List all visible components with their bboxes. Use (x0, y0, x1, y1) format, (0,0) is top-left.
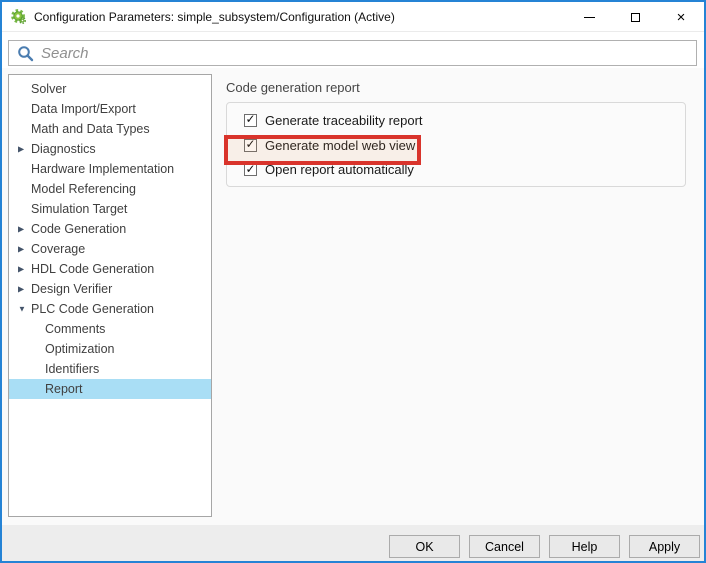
search-icon (17, 45, 34, 62)
window-controls: × (566, 2, 704, 32)
sidebar-item-identifiers[interactable]: Identifiers (9, 359, 211, 379)
sidebar-item-hardware-implementation[interactable]: Hardware Implementation (9, 159, 211, 179)
sidebar-item-plc-code-generation[interactable]: ▼ PLC Code Generation (9, 299, 211, 319)
help-button[interactable]: Help (549, 535, 620, 558)
checkbox-row-open-report-automatically[interactable]: ✓ Open report automatically (244, 161, 685, 178)
cancel-button[interactable]: Cancel (469, 535, 540, 558)
sidebar-item-label: Comments (45, 322, 105, 336)
sidebar-item-coverage[interactable]: ▶ Coverage (9, 239, 211, 259)
sidebar-item-solver[interactable]: Solver (9, 79, 211, 99)
sidebar-item-optimization[interactable]: Optimization (9, 339, 211, 359)
sidebar-item-model-referencing[interactable]: Model Referencing (9, 179, 211, 199)
footer-bar: OK Cancel Help Apply (2, 525, 704, 561)
close-icon: × (677, 10, 686, 25)
checkbox-label: Generate model web view (265, 138, 415, 153)
search-input[interactable] (41, 42, 696, 64)
search-row (2, 32, 704, 68)
sidebar-item-design-verifier[interactable]: ▶ Design Verifier (9, 279, 211, 299)
collapsed-arrow-icon[interactable]: ▶ (18, 225, 24, 234)
dialog-buttons: OK Cancel Help Apply (389, 535, 700, 558)
section-title: Code generation report (226, 80, 360, 95)
sidebar-item-data-import-export[interactable]: Data Import/Export (9, 99, 211, 119)
configuration-parameters-dialog: Configuration Parameters: simple_subsyst… (0, 0, 706, 563)
sidebar-item-label: Optimization (45, 342, 114, 356)
checkbox-label: Open report automatically (265, 162, 414, 177)
sidebar-item-diagnostics[interactable]: ▶ Diagnostics (9, 139, 211, 159)
checkbox-checked-icon[interactable]: ✓ (244, 163, 257, 176)
maximize-button[interactable] (612, 2, 658, 32)
collapsed-arrow-icon[interactable]: ▶ (18, 145, 24, 154)
sidebar-item-math-and-data-types[interactable]: Math and Data Types (9, 119, 211, 139)
sidebar-item-report[interactable]: Report (9, 379, 211, 399)
checkbox-label: Generate traceability report (265, 113, 423, 128)
collapsed-arrow-icon[interactable]: ▶ (18, 245, 24, 254)
close-button[interactable]: × (658, 2, 704, 32)
title-bar: Configuration Parameters: simple_subsyst… (2, 2, 704, 32)
sidebar-item-label: Simulation Target (31, 202, 127, 216)
sidebar-item-label: Diagnostics (31, 142, 96, 156)
sidebar-item-label: Code Generation (31, 222, 126, 236)
code-generation-report-group: ✓ Generate traceability report ✓ Generat… (226, 102, 686, 187)
maximize-icon (631, 13, 640, 22)
apply-button[interactable]: Apply (629, 535, 700, 558)
category-tree: Solver Data Import/Export Math and Data … (8, 74, 212, 517)
sidebar-item-label: Report (45, 382, 83, 396)
sidebar-item-code-generation[interactable]: ▶ Code Generation (9, 219, 211, 239)
sidebar-item-label: PLC Code Generation (31, 302, 154, 316)
simulink-gear-icon (10, 8, 27, 25)
window-title: Configuration Parameters: simple_subsyst… (34, 10, 395, 24)
sidebar-item-label: Math and Data Types (31, 122, 150, 136)
sidebar-item-hdl-code-generation[interactable]: ▶ HDL Code Generation (9, 259, 211, 279)
sidebar-item-label: Coverage (31, 242, 85, 256)
minimize-button[interactable] (566, 2, 612, 32)
sidebar-item-label: Data Import/Export (31, 102, 136, 116)
checkbox-row-generate-traceability-report[interactable]: ✓ Generate traceability report (244, 112, 685, 129)
checkmark-icon: ✓ (245, 163, 255, 175)
checkbox-checked-icon[interactable]: ✓ (244, 139, 257, 152)
sidebar-item-label: Design Verifier (31, 282, 112, 296)
sidebar-item-simulation-target[interactable]: Simulation Target (9, 199, 211, 219)
ok-button[interactable]: OK (389, 535, 460, 558)
checkmark-icon: ✓ (245, 138, 255, 150)
checkbox-checked-icon[interactable]: ✓ (244, 114, 257, 127)
checkmark-icon: ✓ (245, 113, 255, 125)
main-area: Solver Data Import/Export Math and Data … (2, 68, 704, 525)
sidebar-item-label: Solver (31, 82, 66, 96)
sidebar-item-comments[interactable]: Comments (9, 319, 211, 339)
search-box[interactable] (8, 40, 697, 66)
collapsed-arrow-icon[interactable]: ▶ (18, 265, 24, 274)
minimize-icon (584, 17, 595, 18)
sidebar-item-label: Hardware Implementation (31, 162, 174, 176)
sidebar-item-label: HDL Code Generation (31, 262, 154, 276)
collapsed-arrow-icon[interactable]: ▶ (18, 285, 24, 294)
checkbox-row-generate-model-web-view[interactable]: ✓ Generate model web view (244, 137, 685, 154)
expanded-arrow-icon[interactable]: ▼ (18, 305, 26, 314)
sidebar-item-label: Model Referencing (31, 182, 136, 196)
sidebar-item-label: Identifiers (45, 362, 99, 376)
